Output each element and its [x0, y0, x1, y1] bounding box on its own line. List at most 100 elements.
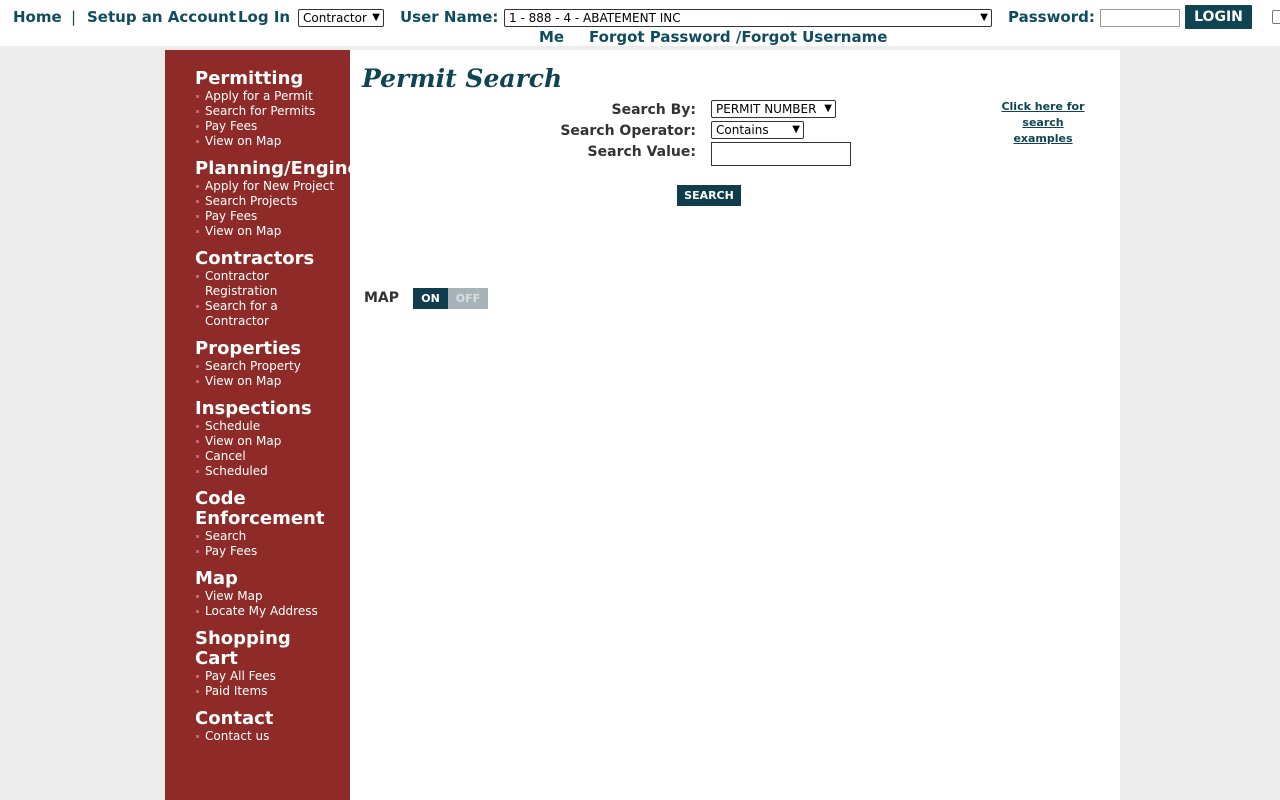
search-operator-value: Contains	[716, 123, 769, 137]
nav-item-label: Pay All Fees	[205, 669, 276, 683]
nav-item-label: Scheduled	[205, 464, 268, 478]
search-value-input[interactable]	[711, 142, 851, 166]
nav-item-label: Pay Fees	[205, 209, 258, 223]
nav-item-pay-fees[interactable]: Pay Fees	[195, 544, 345, 559]
nav-item-pay-fees[interactable]: Pay Fees	[195, 119, 345, 134]
user-type-value: Contractor	[303, 11, 367, 25]
home-link[interactable]: Home	[13, 8, 62, 26]
nav-item-contact-us[interactable]: Contact us	[195, 729, 345, 744]
nav-item-label: Pay Fees	[205, 544, 258, 558]
nav-separator: |	[71, 8, 77, 26]
nav-item-label: Apply for New Project	[205, 179, 335, 193]
nav-item-label: View on Map	[205, 224, 282, 238]
bullet-icon	[196, 185, 199, 188]
nav-item-apply-permit[interactable]: Apply for a Permit	[195, 89, 345, 104]
nav-heading: Properties	[195, 338, 302, 359]
search-by-select[interactable]: PERMIT NUMBER ▼	[711, 100, 836, 118]
nav-item-view-map[interactable]: View on Map	[195, 434, 345, 449]
nav-item-schedule[interactable]: Schedule	[195, 419, 345, 434]
forgot-credentials-link[interactable]: Forgot Password /Forgot Username	[589, 28, 887, 46]
bullet-icon	[196, 455, 199, 458]
nav-section-permitting: Permitting Apply for a Permit Search for…	[195, 69, 350, 149]
nav-item-label: View on Map	[205, 134, 282, 148]
log-in-link[interactable]: Log In	[238, 8, 290, 26]
nav-item-search-permits[interactable]: Search for Permits	[195, 104, 345, 119]
nav-item-cancel[interactable]: Cancel	[195, 449, 345, 464]
search-examples-link[interactable]: Click here for search examples	[995, 99, 1091, 147]
nav-heading: Planning/Engineering	[195, 158, 350, 179]
nav-heading: Contact	[195, 708, 274, 729]
bullet-icon	[196, 125, 199, 128]
nav-item-view-map[interactable]: View on Map	[195, 134, 345, 149]
nav-item-pay-fees[interactable]: Pay Fees	[195, 209, 345, 224]
bullet-icon	[196, 275, 199, 278]
map-toggle-off[interactable]: OFF	[448, 288, 488, 309]
user-name-label: User Name:	[400, 8, 499, 26]
bullet-icon	[196, 470, 199, 473]
nav-item-view-map[interactable]: View on Map	[195, 224, 345, 239]
password-input[interactable]	[1100, 9, 1180, 27]
nav-item-paid-items[interactable]: Paid Items	[195, 684, 345, 699]
user-name-value: 1 - 888 - 4 - ABATEMENT INC	[509, 11, 681, 25]
nav-item-locate-address[interactable]: Locate My Address	[195, 604, 345, 619]
bullet-icon	[196, 690, 199, 693]
bullet-icon	[196, 365, 199, 368]
login-button[interactable]: LOGIN	[1185, 5, 1252, 29]
password-label: Password:	[1008, 8, 1095, 26]
bullet-icon	[196, 140, 199, 143]
top-bar: Home | Setup an Account Log In Contracto…	[0, 0, 1280, 46]
bullet-icon	[196, 305, 199, 308]
nav-item-contractor-registration[interactable]: Contractor Registration	[195, 269, 295, 299]
nav-item-apply-project[interactable]: Apply for New Project	[195, 179, 345, 194]
map-label: MAP	[364, 290, 400, 306]
bullet-icon	[196, 200, 199, 203]
bullet-icon	[196, 95, 199, 98]
remember-me-checkbox[interactable]	[1272, 10, 1280, 24]
bullet-icon	[196, 675, 199, 678]
nav-item-label: Locate My Address	[205, 604, 318, 618]
bullet-icon	[196, 550, 199, 553]
setup-account-link[interactable]: Setup an Account	[87, 8, 236, 26]
nav-item-search[interactable]: Search	[195, 529, 345, 544]
bullet-icon	[196, 535, 199, 538]
bullet-icon	[196, 230, 199, 233]
nav-item-search-contractor[interactable]: Search for a Contractor	[195, 299, 295, 329]
chevron-down-icon: ▼	[792, 124, 800, 135]
nav-section-inspections: Inspections Schedule View on Map Cancel …	[195, 399, 350, 479]
nav-item-label: Search Projects	[205, 194, 298, 208]
search-button[interactable]: SEARCH	[677, 185, 741, 206]
nav-heading: Contractors	[195, 248, 315, 269]
page-title: Permit Search	[362, 64, 563, 93]
nav-item-search-property[interactable]: Search Property	[195, 359, 345, 374]
sidebar-nav: Permitting Apply for a Permit Search for…	[165, 50, 350, 800]
nav-item-label: View on Map	[205, 434, 282, 448]
nav-item-pay-all-fees[interactable]: Pay All Fees	[195, 669, 345, 684]
user-name-select[interactable]: 1 - 888 - 4 - ABATEMENT INC ▼	[504, 9, 992, 27]
bullet-icon	[196, 440, 199, 443]
nav-item-scheduled[interactable]: Scheduled	[195, 464, 345, 479]
nav-section-contact: Contact Contact us	[195, 709, 350, 744]
nav-heading: Map	[195, 568, 238, 589]
nav-item-view-map[interactable]: View Map	[195, 589, 345, 604]
bullet-icon	[196, 110, 199, 113]
search-operator-select[interactable]: Contains ▼	[711, 121, 804, 139]
nav-item-label: View on Map	[205, 374, 282, 388]
remember-me-label: Me	[539, 28, 565, 46]
nav-item-label: Contractor Registration	[205, 269, 278, 298]
map-toggle[interactable]: ON OFF	[413, 288, 488, 309]
bullet-icon	[196, 380, 199, 383]
nav-item-search-projects[interactable]: Search Projects	[195, 194, 345, 209]
nav-section-contractors: Contractors Contractor Registration Sear…	[195, 249, 350, 329]
chevron-down-icon: ▼	[824, 103, 832, 114]
map-toggle-on[interactable]: ON	[413, 288, 448, 309]
nav-heading: Code Enforcement	[195, 488, 325, 529]
user-type-select[interactable]: Contractor ▼	[298, 9, 384, 27]
search-by-value: PERMIT NUMBER	[716, 102, 817, 116]
bullet-icon	[196, 215, 199, 218]
nav-section-code-enforcement: Code Enforcement Search Pay Fees	[195, 489, 350, 559]
nav-item-view-map[interactable]: View on Map	[195, 374, 345, 389]
chevron-down-icon: ▼	[372, 12, 380, 23]
nav-heading: Inspections	[195, 398, 312, 419]
bullet-icon	[196, 610, 199, 613]
main-content: Permit Search Search By: PERMIT NUMBER ▼…	[350, 50, 1120, 800]
